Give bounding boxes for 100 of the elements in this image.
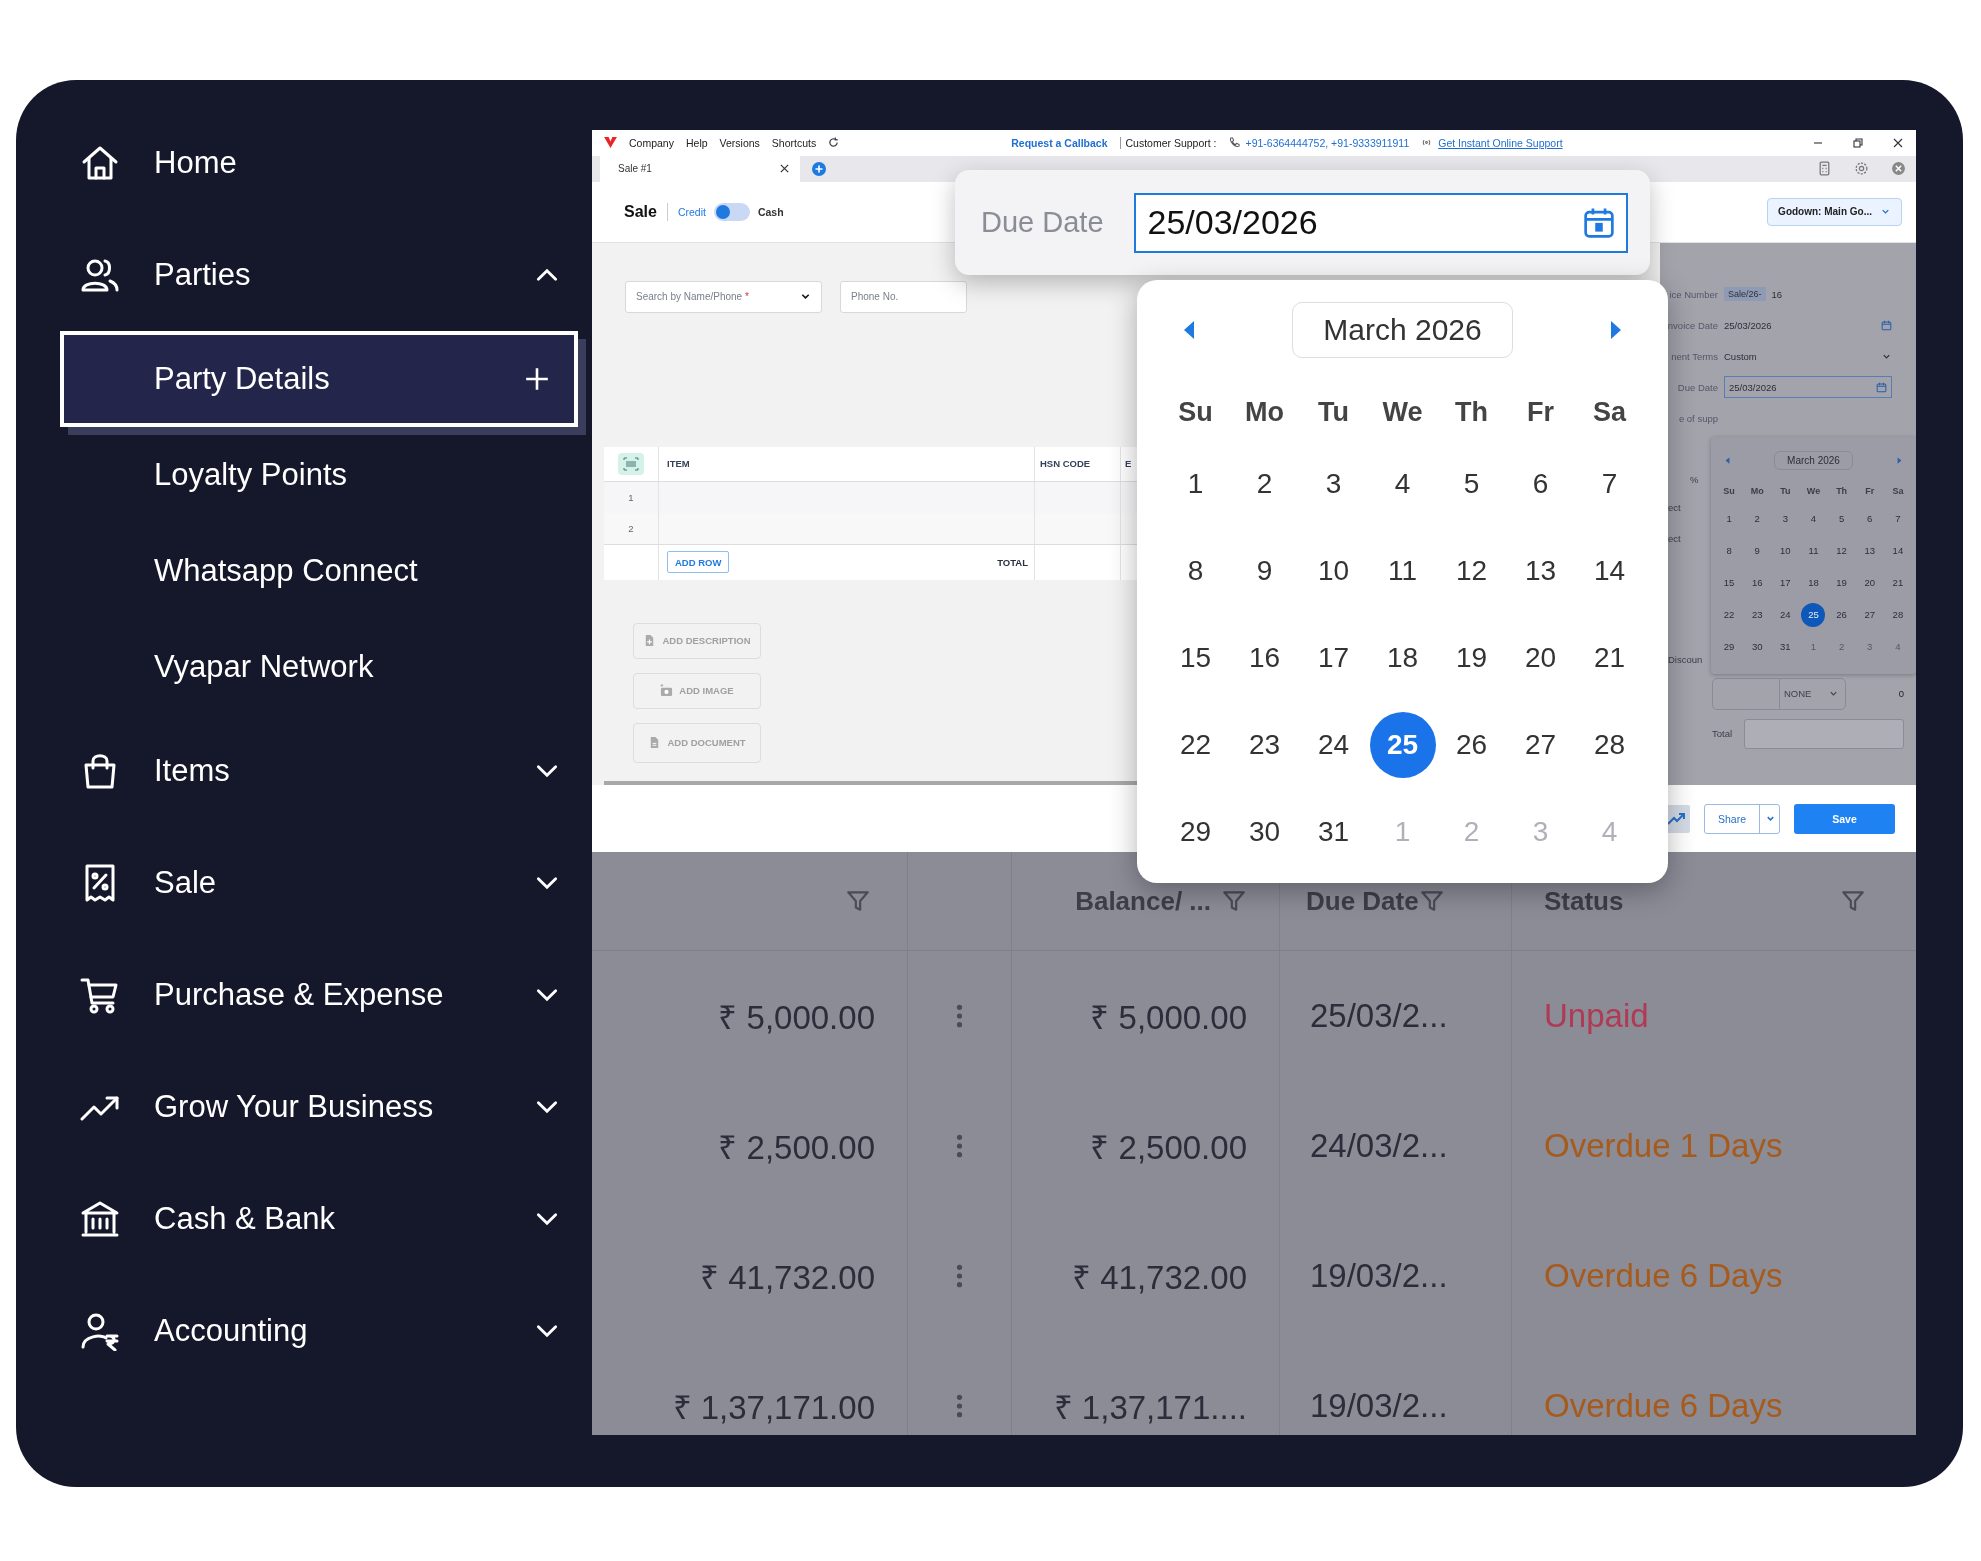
share-button[interactable]: Share (1704, 803, 1780, 834)
calendar-day[interactable]: 15 (1717, 570, 1742, 595)
calendar-day[interactable]: 29 (1717, 634, 1742, 659)
refresh-icon[interactable] (828, 137, 840, 149)
restore-icon[interactable] (1852, 137, 1864, 149)
credit-label[interactable]: Credit (677, 205, 706, 218)
submenu-item[interactable]: Whatsapp Connect (16, 523, 592, 619)
calendar-day[interactable]: 20 (1857, 570, 1882, 595)
calendar-icon[interactable] (1881, 319, 1892, 331)
settings-icon[interactable] (1854, 161, 1869, 177)
add-tab-icon[interactable] (812, 161, 826, 176)
more-options-icon[interactable] (956, 1003, 963, 1029)
calendar-day[interactable]: 23 (1745, 602, 1770, 627)
calendar-day[interactable]: 24 (1300, 711, 1367, 778)
calendar-day[interactable]: 14 (1576, 537, 1643, 604)
calendar-day[interactable]: 26 (1438, 711, 1505, 778)
payment-terms[interactable]: Custom (1724, 350, 1757, 362)
callback-link[interactable]: Request a Callback (1011, 137, 1108, 149)
submenu-item[interactable]: Loyalty Points (16, 427, 592, 523)
more-options-icon[interactable] (956, 1393, 963, 1419)
menu-item[interactable]: Company (629, 137, 674, 149)
calendar-day[interactable]: 20 (1507, 624, 1574, 691)
filter-icon[interactable] (1840, 888, 1866, 914)
calendar-day[interactable]: 8 (1162, 537, 1229, 604)
nav-item[interactable]: Cash & Bank (16, 1163, 592, 1275)
nav-item[interactable]: Sale (16, 827, 592, 939)
due-date-field[interactable]: 25/03/2026 (1724, 376, 1892, 399)
calendar-day[interactable]: 28 (1576, 711, 1643, 778)
calendar-icon[interactable] (1582, 205, 1616, 240)
calendar-day[interactable]: 17 (1773, 570, 1798, 595)
calendar-day[interactable]: 21 (1885, 570, 1910, 595)
menu-item[interactable]: Versions (719, 137, 760, 149)
filter-icon[interactable] (845, 888, 871, 914)
add-row-button[interactable]: ADD ROW (667, 551, 730, 574)
calendar-day[interactable]: 1 (1162, 450, 1229, 517)
calendar-day[interactable]: 2 (1745, 506, 1770, 531)
calendar-day[interactable]: 19 (1438, 624, 1505, 691)
barcode-scan-icon[interactable] (618, 452, 644, 475)
previous-month-icon[interactable] (1183, 321, 1195, 339)
calendar-day[interactable]: 1 (1717, 506, 1742, 531)
party-search-field[interactable]: Search by Name/Phone * (625, 280, 822, 313)
calendar-day[interactable]: 12 (1829, 538, 1854, 563)
calendar-day[interactable]: 25 (1369, 711, 1436, 778)
calendar-day[interactable]: 3 (1773, 506, 1798, 531)
calendar-day[interactable]: 18 (1369, 624, 1436, 691)
calendar-day[interactable]: 11 (1369, 537, 1436, 604)
previous-month-icon[interactable] (1725, 457, 1730, 465)
menu-item[interactable]: Shortcuts (771, 137, 817, 149)
calendar-day[interactable]: 28 (1885, 602, 1910, 627)
calendar-day[interactable]: 12 (1438, 537, 1505, 604)
godown-dropdown[interactable]: Godown: Main Go... (1767, 197, 1902, 226)
payment-toggle[interactable] (713, 202, 750, 221)
calendar-day[interactable]: 9 (1231, 537, 1298, 604)
calendar-day[interactable]: 22 (1162, 711, 1229, 778)
nav-item[interactable]: Accounting (16, 1275, 592, 1387)
calendar-day[interactable]: 30 (1231, 798, 1298, 865)
calendar-day[interactable]: 22 (1717, 602, 1742, 627)
invoice-prefix-dropdown[interactable]: Sale/26- (1724, 287, 1766, 302)
calendar-day[interactable]: 25 (1801, 602, 1826, 627)
next-month-icon[interactable] (1897, 457, 1902, 465)
phone-field[interactable]: Phone No. (840, 280, 967, 313)
calendar-day[interactable]: 11 (1801, 538, 1826, 563)
calendar-day[interactable]: 10 (1300, 537, 1367, 604)
discount-type-dropdown[interactable]: NONE (1712, 677, 1846, 710)
month-label[interactable]: March 2026 (1774, 451, 1853, 471)
calendar-day[interactable]: 16 (1231, 624, 1298, 691)
more-options-icon[interactable] (956, 1263, 963, 1289)
calendar-day[interactable]: 8 (1717, 538, 1742, 563)
calendar-day[interactable]: 15 (1162, 624, 1229, 691)
calendar-day[interactable]: 31 (1300, 798, 1367, 865)
calendar-day[interactable]: 13 (1857, 538, 1882, 563)
menu-item[interactable]: Help (685, 137, 708, 149)
calendar-day[interactable]: 5 (1829, 506, 1854, 531)
calendar-day[interactable]: 27 (1507, 711, 1574, 778)
calendar-icon[interactable] (1876, 381, 1887, 393)
calendar-day[interactable]: 26 (1829, 602, 1854, 627)
month-label[interactable]: March 2026 (1292, 302, 1513, 358)
due-date-field[interactable]: 25/03/2026 (1133, 192, 1628, 253)
calendar-day[interactable]: 13 (1507, 537, 1574, 604)
calendar-day[interactable]: 7 (1576, 450, 1643, 517)
calendar-day[interactable]: 10 (1773, 538, 1798, 563)
submenu-item[interactable]: Vyapar Network (16, 619, 592, 715)
next-month-icon[interactable] (1610, 321, 1622, 339)
calendar-day[interactable]: 9 (1745, 538, 1770, 563)
filter-icon[interactable] (1221, 888, 1247, 914)
calendar-day[interactable]: 23 (1231, 711, 1298, 778)
calendar-day[interactable]: 6 (1857, 506, 1882, 531)
calendar-day[interactable]: 31 (1773, 634, 1798, 659)
nav-item[interactable]: Items (16, 715, 592, 827)
plus-icon[interactable] (524, 366, 550, 392)
calendar-day[interactable]: 6 (1507, 450, 1574, 517)
save-button[interactable]: Save (1794, 803, 1895, 834)
calendar-day[interactable]: 7 (1885, 506, 1910, 531)
more-options-icon[interactable] (956, 1133, 963, 1159)
nav-item[interactable]: Parties (16, 219, 592, 331)
close-icon[interactable] (779, 163, 790, 175)
calendar-day[interactable]: 18 (1801, 570, 1826, 595)
calendar-day[interactable]: 19 (1829, 570, 1854, 595)
document-tab[interactable]: Sale #1 (600, 155, 800, 182)
online-support-link[interactable]: Get Instant Online Support (1438, 137, 1563, 149)
